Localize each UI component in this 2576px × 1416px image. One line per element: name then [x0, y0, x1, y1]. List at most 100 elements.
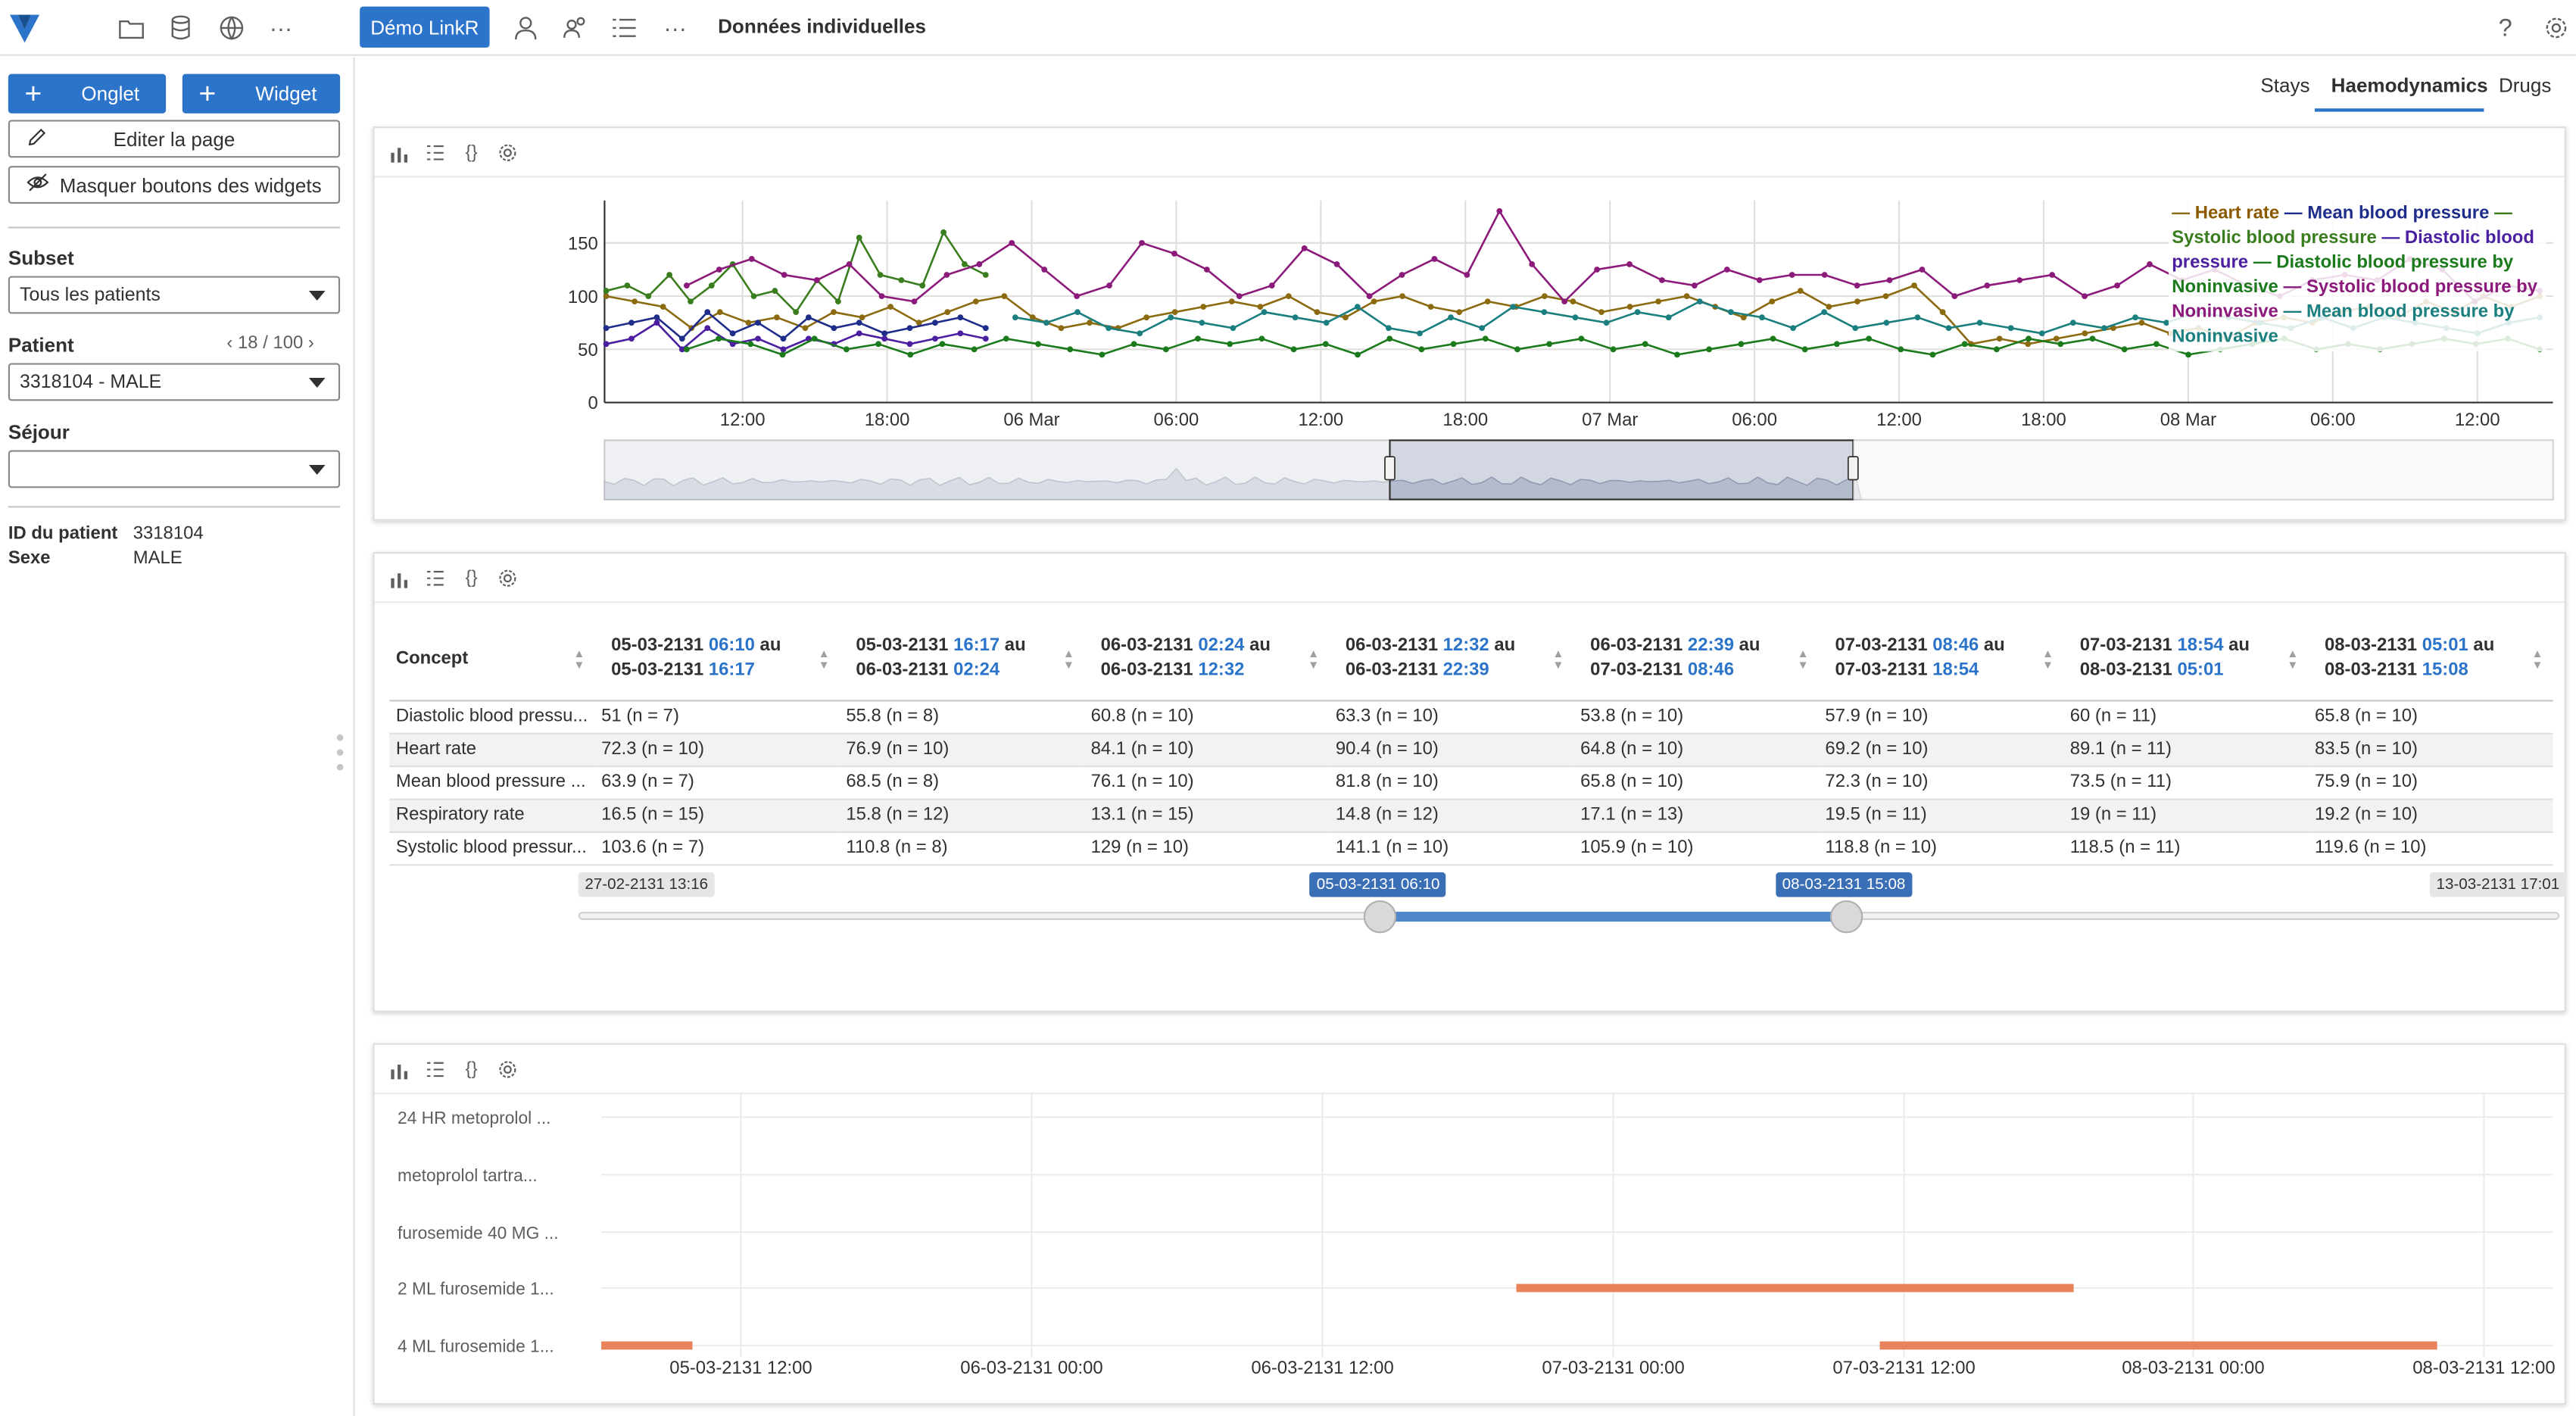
folder-icon[interactable]	[114, 10, 150, 46]
data-point	[716, 309, 723, 316]
data-point	[1450, 341, 1457, 348]
database-icon[interactable]	[163, 10, 199, 46]
au-label: au	[759, 636, 781, 657]
value-cell: 13.1 (n = 15)	[1084, 798, 1330, 832]
column-header-2[interactable]: 05-03-2131 16:17 au 06-03-2131 02:24 ▲ ▼	[839, 619, 1084, 701]
legend-entry[interactable]: —	[2279, 204, 2307, 223]
more-icon-2[interactable]: ···	[657, 10, 694, 46]
column-header-concept[interactable]: Concept ▲ ▼	[389, 619, 595, 701]
legend-entry[interactable]: —	[2278, 302, 2306, 322]
hide-widget-buttons-label: Masquer boutons des widgets	[59, 173, 322, 197]
data-point	[1417, 330, 1423, 337]
legend-entry[interactable]: —	[2377, 229, 2405, 248]
gear-icon[interactable]	[2538, 10, 2574, 46]
add-widget-button[interactable]: + Widget	[182, 73, 341, 114]
globe-icon[interactable]	[214, 10, 250, 46]
date-range-slider[interactable]: 27-02-2131 13:16 05-03-2131 06:10 08-03-21…	[578, 869, 2566, 935]
slider-handle-to[interactable]	[1829, 900, 1863, 934]
list-icon[interactable]	[424, 567, 447, 590]
data-point	[875, 341, 881, 348]
code-icon[interactable]: {}	[460, 1058, 482, 1081]
data-point	[1399, 293, 1405, 300]
legend-entry[interactable]: —	[2489, 204, 2512, 223]
sort-icon[interactable]: ▲ ▼	[1552, 649, 1564, 672]
tab-drugs[interactable]: Drugs	[2499, 74, 2551, 97]
data-point	[1951, 293, 1958, 300]
chevron-left-icon[interactable]: ‹	[226, 333, 232, 353]
sort-icon[interactable]: ▲ ▼	[1798, 649, 1809, 672]
column-header-7[interactable]: 07-03-2131 18:54 au 08-03-2131 05:01 ▲ ▼	[2063, 619, 2309, 701]
demo-linkr-button[interactable]: Démo LinkR	[360, 6, 490, 48]
table-row: Mean blood pressure ... 63.9 (n = 7) 68.5 …	[389, 766, 2553, 800]
sort-icon[interactable]: ▲ ▼	[2042, 649, 2054, 672]
sejour-select[interactable]	[8, 450, 341, 488]
hide-widget-buttons-button[interactable]: Masquer boutons des widgets	[8, 166, 341, 204]
data-point	[1945, 325, 1952, 332]
data-point	[1578, 335, 1585, 342]
legend-entry[interactable]: —	[2248, 253, 2276, 273]
tab-stays[interactable]: Stays	[2260, 74, 2309, 97]
sidebar-resize-handle[interactable]	[336, 734, 347, 777]
data-point	[1706, 346, 1713, 353]
sort-icon[interactable]: ▲ ▼	[2531, 649, 2543, 672]
gear-icon[interactable]	[496, 567, 519, 590]
users-icon[interactable]	[557, 10, 593, 46]
column-header-3[interactable]: 06-03-2131 02:24 au 06-03-2131 12:32 ▲ ▼	[1084, 619, 1330, 701]
category-label: metoprolol tartra...	[398, 1165, 538, 1185]
chevron-right-icon[interactable]: ›	[308, 333, 314, 353]
legend-entry[interactable]: Mean blood pressure	[2307, 204, 2489, 223]
patient-pager-text: 18 / 100	[238, 333, 304, 354]
data-point	[780, 335, 787, 342]
sort-icon[interactable]: ▲ ▼	[1308, 649, 1319, 672]
data-point	[843, 346, 850, 353]
gear-icon[interactable]	[496, 142, 519, 164]
tab-haemodynamics[interactable]: Haemodynamics	[2331, 74, 2488, 97]
legend-entry[interactable]: —	[2278, 278, 2306, 298]
data-point	[1418, 346, 1425, 353]
column-header-5[interactable]: 06-03-2131 22:39 au 07-03-2131 08:46 ▲ ▼	[1573, 619, 1819, 701]
data-point	[2147, 261, 2153, 267]
linkr-logo-icon[interactable]	[5, 8, 45, 48]
sort-icon[interactable]: ▲ ▼	[1063, 649, 1074, 672]
drugs-timeline-chart[interactable]: 05-03-2131 12:00 06-03-2131 00:00 06-03-21…	[375, 1093, 2568, 1406]
line-chart[interactable]: 12:00 18:00 06 Mar 06:00 12:00 18:00 07 Mar 06:…	[375, 177, 2568, 522]
date-to: 06-03-2131	[856, 660, 949, 681]
sort-icon[interactable]: ▲ ▼	[2287, 649, 2298, 672]
add-tab-button[interactable]: + Onglet	[8, 73, 167, 114]
data-point	[1738, 341, 1745, 348]
column-header-1[interactable]: 05-03-2131 06:10 au 05-03-2131 16:17 ▲ ▼	[594, 619, 840, 701]
data-point	[1626, 261, 1633, 267]
bar-chart-icon[interactable]	[388, 142, 410, 164]
gear-icon[interactable]	[496, 1058, 519, 1081]
data-point	[1290, 346, 1297, 353]
data-point	[1322, 341, 1329, 348]
legend-entry[interactable]: Systolic blood pressure	[2172, 229, 2377, 248]
list-icon[interactable]	[424, 1058, 447, 1081]
data-point	[628, 320, 635, 326]
user-icon[interactable]	[507, 10, 544, 46]
slider-handle-from[interactable]	[1364, 900, 1398, 934]
list-icon[interactable]	[424, 142, 447, 164]
help-icon[interactable]: ?	[2487, 10, 2524, 46]
column-header-4[interactable]: 06-03-2131 12:32 au 06-03-2131 22:39 ▲ ▼	[1329, 619, 1574, 701]
bar-chart-icon[interactable]	[388, 567, 410, 590]
column-header-6[interactable]: 07-03-2131 08:46 au 07-03-2131 18:54 ▲ ▼	[1818, 619, 2064, 701]
plus-icon: +	[24, 76, 42, 110]
data-point	[1074, 293, 1081, 300]
bar-chart-icon[interactable]	[388, 1058, 410, 1081]
table-body: Diastolic blood pressu... 51 (n = 7) 55.8 …	[389, 700, 2553, 866]
code-icon[interactable]: {}	[460, 567, 482, 590]
code-icon[interactable]: {}	[460, 142, 482, 164]
legend-entry[interactable]: Heart rate	[2195, 204, 2279, 223]
sort-icon[interactable]: ▲ ▼	[819, 649, 830, 672]
list-icon[interactable]	[607, 10, 643, 46]
data-point	[943, 272, 950, 278]
edit-page-button[interactable]: Editer la page	[8, 120, 341, 158]
data-point	[2089, 335, 2096, 342]
data-point	[1898, 346, 1904, 353]
sort-icon[interactable]: ▲ ▼	[573, 649, 585, 672]
more-icon[interactable]: ···	[263, 10, 299, 46]
column-header-8[interactable]: 08-03-2131 05:01 au 08-03-2131 15:08 ▲ ▼	[2308, 619, 2553, 701]
patient-select[interactable]: 3318104 - MALE	[8, 363, 341, 401]
subset-select[interactable]: Tous les patients	[8, 276, 341, 314]
